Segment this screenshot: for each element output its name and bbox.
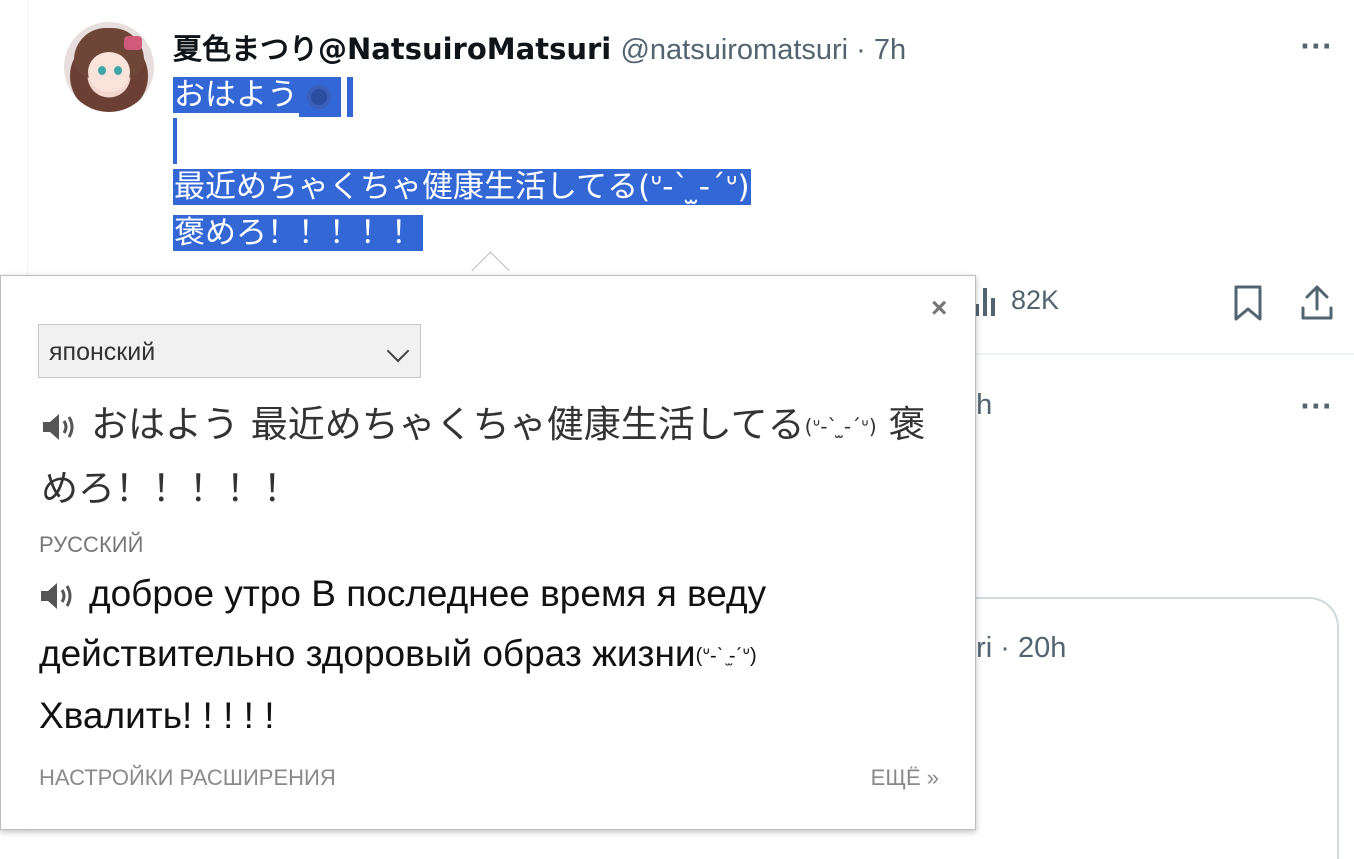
translate-popup: × японский おはよう 最近めちゃくちゃ健康生活してる(ᐡ-ˋ ̫-ˊᐡ…	[0, 275, 976, 830]
tweet-text: おはよう 最近めちゃくちゃ健康生活してる(ᐡ-ˋ ̫-ˊᐡ) 褒めろ！！！！！	[173, 72, 751, 256]
translated-text: доброе утро В последнее время я веду дей…	[39, 564, 939, 746]
tweet-line-1: おはよう	[173, 77, 299, 113]
source-kaomoji: (ᐡ-ˋ ̫-ˊᐡ)	[804, 414, 877, 439]
views-count[interactable]: 82K	[975, 285, 1059, 316]
chevron-down-icon	[386, 339, 410, 363]
tweet-line-4: 褒めろ！！！！！	[173, 215, 423, 251]
translated-kaomoji: (ᐡ-ˋ ̫-ˊᐡ)	[695, 645, 757, 668]
speaker-icon-target[interactable]	[39, 581, 75, 611]
share-icon[interactable]	[1300, 284, 1334, 322]
tweet-header: 夏色まつり@NatsuiroMatsuri @natsuiromatsuri ·…	[173, 26, 906, 68]
more-options-icon[interactable]: ···	[1300, 32, 1333, 62]
source-language-select[interactable]: японский	[38, 324, 421, 378]
author-handle-time[interactable]: @natsuiromatsuri · 7h	[620, 34, 906, 66]
extension-settings-link[interactable]: НАСТРОЙКИ РАСШИРЕНИЯ	[39, 765, 336, 791]
close-button[interactable]: ×	[931, 292, 947, 324]
translated-text-main: доброе утро В последнее время я веду дей…	[39, 573, 767, 674]
source-text-main: おはよう 最近めちゃくちゃ健康生活してる	[91, 403, 805, 446]
views-label: 82K	[1011, 285, 1060, 315]
tweet-separator	[975, 353, 1354, 355]
translated-text-end: Хвалить! ! ! ! !	[39, 695, 275, 737]
avatar[interactable]	[64, 22, 154, 112]
target-language-label: РУССКИЙ	[39, 532, 144, 557]
more-options-icon-2[interactable]: ···	[1300, 392, 1333, 422]
sun-emoji-icon	[299, 76, 341, 117]
bookmark-icon[interactable]	[1233, 285, 1263, 321]
author-name[interactable]: 夏色まつり@NatsuiroMatsuri	[173, 32, 611, 66]
speaker-icon[interactable]	[41, 412, 77, 442]
tweet-line-3: 最近めちゃくちゃ健康生活してる(ᐡ-ˋ ̫-ˊᐡ)	[173, 169, 751, 205]
source-language-label: японский	[49, 338, 156, 366]
more-link[interactable]: ЕЩЁ »	[871, 765, 939, 791]
source-text: おはよう 最近めちゃくちゃ健康生活してる(ᐡ-ˋ ̫-ˊᐡ) 褒めろ！！！！！	[41, 394, 951, 520]
analytics-icon	[975, 287, 997, 316]
selection-caret	[347, 76, 353, 117]
tweet-line-2	[173, 118, 177, 164]
